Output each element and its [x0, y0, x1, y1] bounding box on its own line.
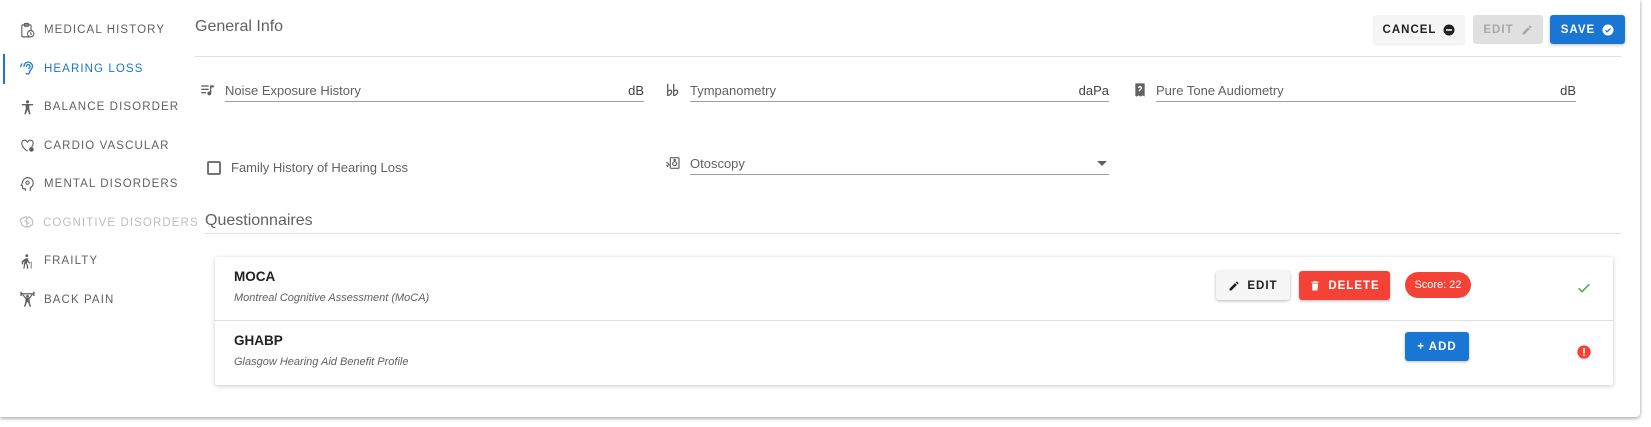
sidebar-item-label: BACK PAIN — [44, 293, 115, 306]
sidebar-item-label: MEDICAL HISTORY — [44, 24, 166, 37]
sidebar-item-label: MENTAL DISORDERS — [44, 178, 179, 191]
page-title: General Info — [195, 18, 284, 35]
sidebar-item-label: FRAILTY — [44, 255, 99, 268]
questionnaire-name: MOCA — [234, 269, 276, 284]
otoscopy-select[interactable]: Otoscopy — [690, 153, 1109, 175]
questionnaire-row-moca: MOCA Montreal Cognitive Assessment (MoCA… — [215, 257, 1613, 321]
minus-circle-icon — [1443, 24, 1455, 36]
sidebar-item-medical-history[interactable]: MEDICAL HISTORY — [0, 11, 188, 50]
sidebar-item-balance-disorder[interactable]: BALANCE DISORDER — [0, 88, 188, 127]
noise-exposure-field[interactable]: Noise Exposure History dB — [225, 80, 644, 102]
questionnaires-divider — [205, 233, 1621, 234]
noise-unit: dB — [628, 83, 644, 98]
otoscope-icon — [664, 154, 682, 172]
otoscopy-label: Otoscopy — [690, 156, 745, 171]
delete-questionnaire-button[interactable]: DELETE — [1299, 271, 1390, 300]
head-gear-icon — [18, 175, 36, 193]
questionnaire-list: MOCA Montreal Cognitive Assessment (MoCA… — [215, 257, 1613, 385]
heart-gear-icon — [18, 137, 36, 155]
sidebar-item-label: BALANCE DISORDER — [44, 101, 180, 114]
pencil-icon — [1521, 24, 1533, 36]
delete-questionnaire-label: DELETE — [1328, 279, 1380, 292]
ear-icon — [18, 60, 36, 78]
sidebar-item-mental-disorders[interactable]: MENTAL DISORDERS — [0, 165, 188, 204]
tympanometry-unit: daPa — [1078, 83, 1109, 98]
pure-tone-audiometry-field[interactable]: Pure Tone Audiometry dB — [1156, 80, 1576, 102]
weightlifter-icon — [18, 291, 36, 309]
save-label: SAVE — [1560, 23, 1596, 36]
walking-cane-icon — [18, 252, 36, 270]
edit-label: EDIT — [1483, 23, 1514, 36]
sidebar-item-label: HEARING LOSS — [44, 62, 144, 75]
sidebar-item-cognitive-disorders[interactable]: COGNITIVE DISORDERS — [0, 204, 198, 243]
cancel-button[interactable]: CANCEL — [1373, 15, 1465, 44]
family-history-checkbox[interactable] — [207, 161, 221, 175]
tympanometry-label: Tympanometry — [690, 83, 776, 98]
clipboard-clock-icon — [18, 21, 36, 39]
questionnaire-name: GHABP — [234, 333, 283, 348]
pure-tone-unit: dB — [1560, 83, 1576, 98]
questionnaires-title: Questionnaires — [205, 212, 313, 229]
cancel-label: CANCEL — [1382, 23, 1437, 36]
trash-icon — [1309, 280, 1321, 292]
save-button[interactable]: SAVE — [1550, 15, 1625, 44]
brain-icon — [18, 214, 35, 232]
add-questionnaire-button[interactable]: + ADD — [1405, 332, 1469, 361]
questionnaire-description: Glasgow Hearing Aid Benefit Profile — [234, 356, 409, 368]
family-history-label: Family History of Hearing Loss — [231, 160, 408, 175]
edit-button[interactable]: EDIT — [1473, 15, 1543, 44]
header-divider — [195, 56, 1621, 57]
noise-icon — [199, 81, 217, 99]
sidebar-item-back-pain[interactable]: BACK PAIN — [0, 281, 188, 320]
noise-exposure-label: Noise Exposure History — [225, 83, 361, 98]
tympanometry-field[interactable]: Tympanometry daPa — [690, 80, 1109, 102]
edit-questionnaire-button[interactable]: EDIT — [1216, 271, 1290, 300]
double-flat-icon — [664, 81, 682, 99]
sidebar-item-hearing-loss[interactable]: HEARING LOSS — [0, 50, 188, 89]
questionnaire-description: Montreal Cognitive Assessment (MoCA) — [234, 292, 430, 304]
questionnaire-row-ghabp: GHABP Glasgow Hearing Aid Benefit Profil… — [215, 321, 1613, 385]
check-icon — [1575, 279, 1593, 297]
sidebar: MEDICAL HISTORY HEARING LOSS BALANCE DIS… — [0, 11, 198, 320]
alert-circle-icon — [1575, 343, 1593, 361]
page-card: MEDICAL HISTORY HEARING LOSS BALANCE DIS… — [0, 0, 1640, 417]
sidebar-item-label: COGNITIVE DISORDERS — [43, 216, 199, 229]
sidebar-item-label: CARDIO VASCULAR — [44, 139, 170, 152]
pencil-icon — [1228, 280, 1240, 292]
check-circle-icon — [1602, 24, 1614, 36]
pure-tone-label: Pure Tone Audiometry — [1156, 83, 1284, 98]
score-badge: Score: 22 — [1405, 272, 1471, 298]
audiometry-icon — [1131, 81, 1149, 99]
chevron-down-icon — [1097, 161, 1107, 166]
sidebar-item-cardio-vascular[interactable]: CARDIO VASCULAR — [0, 127, 188, 166]
edit-questionnaire-label: EDIT — [1247, 279, 1278, 292]
person-balance-icon — [18, 98, 36, 116]
sidebar-item-frailty[interactable]: FRAILTY — [0, 242, 188, 281]
